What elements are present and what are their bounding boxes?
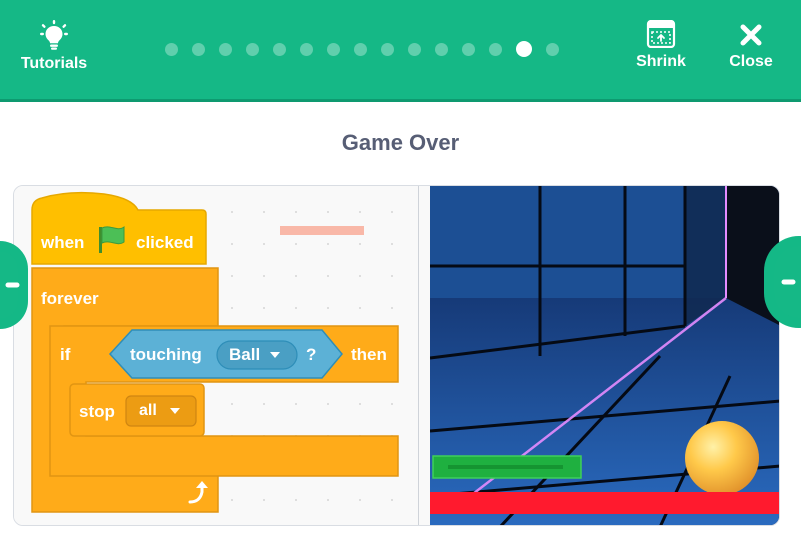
shrink-button[interactable]: Shrink — [628, 19, 694, 71]
if-label: if — [60, 345, 71, 364]
progress-dots — [165, 41, 573, 57]
tutorial-card: when clicked forever if touching Ball ? … — [13, 185, 780, 526]
stage-scene — [430, 186, 779, 525]
progress-dot[interactable] — [354, 42, 367, 56]
close-label: Close — [729, 53, 773, 70]
progress-dot[interactable] — [165, 42, 178, 56]
progress-dot[interactable] — [300, 42, 313, 56]
then-label: then — [351, 345, 387, 364]
progress-dot[interactable] — [546, 42, 559, 56]
touching-label: touching — [130, 345, 202, 364]
code-area: when clicked forever if touching Ball ? … — [14, 186, 419, 525]
progress-dot[interactable] — [435, 42, 448, 56]
stop-dropdown[interactable] — [125, 395, 197, 427]
progress-dot[interactable] — [327, 42, 340, 56]
tutorial-header: Tutorials Shrink Close — [0, 0, 801, 102]
close-button[interactable]: Close — [722, 22, 780, 71]
close-icon — [740, 24, 762, 46]
floor-line — [430, 492, 779, 514]
touching-value: Ball — [229, 345, 261, 364]
progress-dot[interactable] — [273, 42, 286, 56]
when-label: when — [41, 233, 85, 252]
stop-label: stop — [79, 402, 115, 421]
lightbulb-icon — [40, 20, 68, 50]
forever-label: forever — [41, 289, 99, 308]
shrink-label: Shrink — [636, 53, 686, 70]
progress-dot[interactable] — [192, 42, 205, 56]
chevron-right-icon — [781, 279, 796, 285]
progress-dot[interactable] — [219, 42, 232, 56]
progress-dot[interactable] — [408, 42, 421, 56]
progress-dot[interactable] — [381, 42, 394, 56]
progress-dot[interactable] — [489, 42, 502, 56]
progress-dot[interactable] — [516, 41, 532, 57]
ball-sprite — [685, 421, 759, 495]
tutorials-button[interactable]: Tutorials — [14, 20, 94, 73]
clicked-label: clicked — [136, 233, 194, 252]
question-mark: ? — [306, 345, 317, 364]
stage-preview — [430, 186, 779, 525]
progress-dot[interactable] — [462, 42, 475, 56]
progress-dot[interactable] — [246, 42, 259, 56]
step-title: Game Over — [341, 130, 460, 155]
decor-strip — [280, 226, 364, 235]
tutorials-label: Tutorials — [20, 55, 88, 72]
stop-value: all — [139, 402, 157, 419]
shrink-icon — [646, 19, 676, 49]
chevron-left-icon — [5, 282, 20, 288]
